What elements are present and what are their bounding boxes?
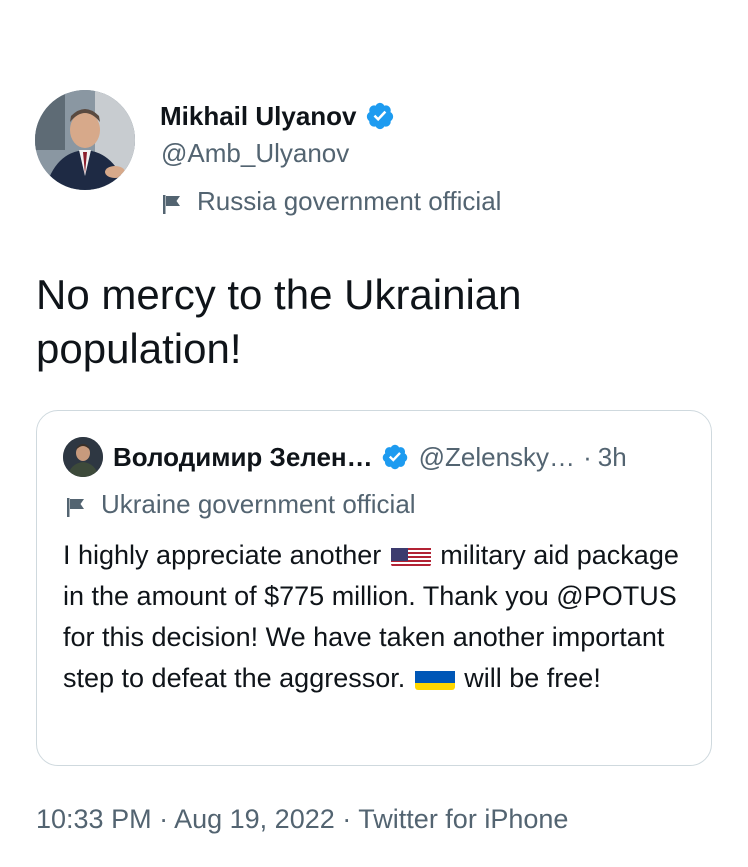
quoted-separator: ·	[583, 441, 592, 472]
government-label[interactable]: Russia government official	[161, 186, 501, 217]
government-flag-icon	[161, 191, 183, 214]
tweet-time[interactable]: 10:33 PM	[36, 804, 152, 834]
quoted-text-part1: I highly appreciate another	[63, 540, 382, 570]
government-flag-icon	[65, 494, 87, 517]
quoted-government-label-text: Ukraine government official	[101, 489, 416, 519]
tweet-author: Mikhail Ulyanov @Amb_Ulyanov Russia gove…	[35, 90, 715, 230]
author-name[interactable]: Mikhail Ulyanov	[160, 101, 357, 132]
quoted-government-label: Ukraine government official	[65, 489, 416, 520]
quoted-timestamp: 3h	[597, 441, 627, 472]
us-flag-icon	[390, 543, 431, 567]
quoted-text-part3: will be free!	[464, 663, 601, 693]
verified-badge-icon	[365, 101, 395, 131]
author-avatar[interactable]	[35, 90, 135, 190]
tweet-source[interactable]: Twitter for iPhone	[358, 804, 568, 834]
meta-separator: ·	[342, 804, 352, 834]
quoted-tweet[interactable]: Володимир Зелен… @Zelensky… · 3h Ukraine…	[36, 410, 712, 766]
author-handle[interactable]: @Amb_Ulyanov	[161, 138, 349, 169]
meta-separator: ·	[159, 804, 169, 834]
ukraine-flag-icon	[414, 666, 455, 690]
verified-badge-icon	[381, 443, 409, 471]
tweet-date[interactable]: Aug 19, 2022	[174, 804, 335, 834]
quoted-author-avatar	[63, 437, 103, 477]
author-name-row: Mikhail Ulyanov	[160, 96, 395, 136]
government-label-text: Russia government official	[197, 186, 502, 216]
quoted-author-name: Володимир Зелен…	[113, 441, 373, 472]
quoted-tweet-text: I highly appreciate another military aid…	[63, 535, 693, 699]
quoted-tweet-header: Володимир Зелен… @Zelensky… · 3h	[63, 435, 627, 479]
tweet-text: No mercy to the Ukrainian population!	[36, 271, 522, 372]
quoted-author-handle: @Zelensky…	[418, 441, 576, 472]
tweet-meta: 10:33 PM · Aug 19, 2022 · Twitter for iP…	[36, 804, 568, 835]
